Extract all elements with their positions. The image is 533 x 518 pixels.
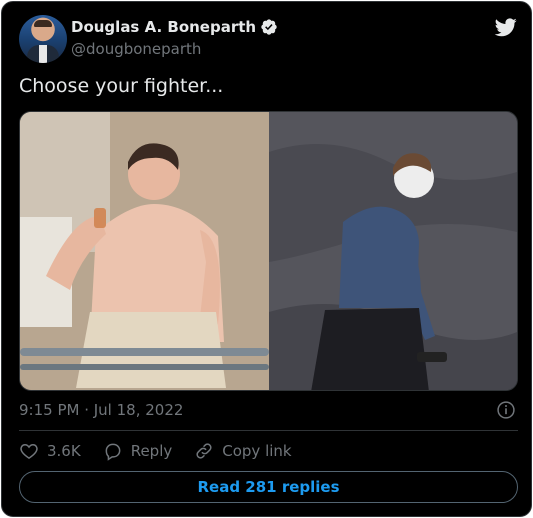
tweet-card: Douglas A. Boneparth @dougboneparth Choo…	[1, 1, 532, 517]
tweet-timestamp[interactable]: 9:15 PM · Jul 18, 2022	[19, 401, 183, 419]
like-button[interactable]: 3.6K	[19, 441, 81, 461]
author-name-row[interactable]: Douglas A. Boneparth	[71, 18, 278, 36]
photo-right-illustration	[269, 112, 517, 390]
likes-count: 3.6K	[47, 442, 81, 460]
photo-left[interactable]	[20, 112, 269, 390]
avatar[interactable]	[19, 15, 67, 63]
heart-icon	[20, 443, 38, 459]
reply-label: Reply	[130, 442, 173, 460]
divider	[19, 430, 518, 431]
link-icon	[196, 443, 212, 459]
copy-link-button[interactable]: Copy link	[194, 441, 292, 461]
verified-badge-icon	[261, 19, 277, 35]
media-grid[interactable]	[19, 111, 518, 391]
author-name[interactable]: Douglas A. Boneparth	[71, 18, 256, 36]
copy-link-label: Copy link	[222, 442, 292, 460]
twitter-bird-icon[interactable]	[494, 16, 518, 38]
action-bar: 3.6K Reply Copy link	[19, 440, 314, 462]
photo-right[interactable]	[269, 112, 517, 390]
reply-bubble-icon	[105, 443, 121, 461]
author-handle[interactable]: @dougboneparth	[71, 40, 201, 58]
reply-button[interactable]: Reply	[103, 441, 173, 461]
tweet-text: Choose your fighter...	[19, 75, 224, 97]
read-replies-button[interactable]: Read 281 replies	[19, 471, 518, 503]
info-icon[interactable]	[496, 400, 516, 420]
photo-left-illustration	[20, 112, 269, 390]
